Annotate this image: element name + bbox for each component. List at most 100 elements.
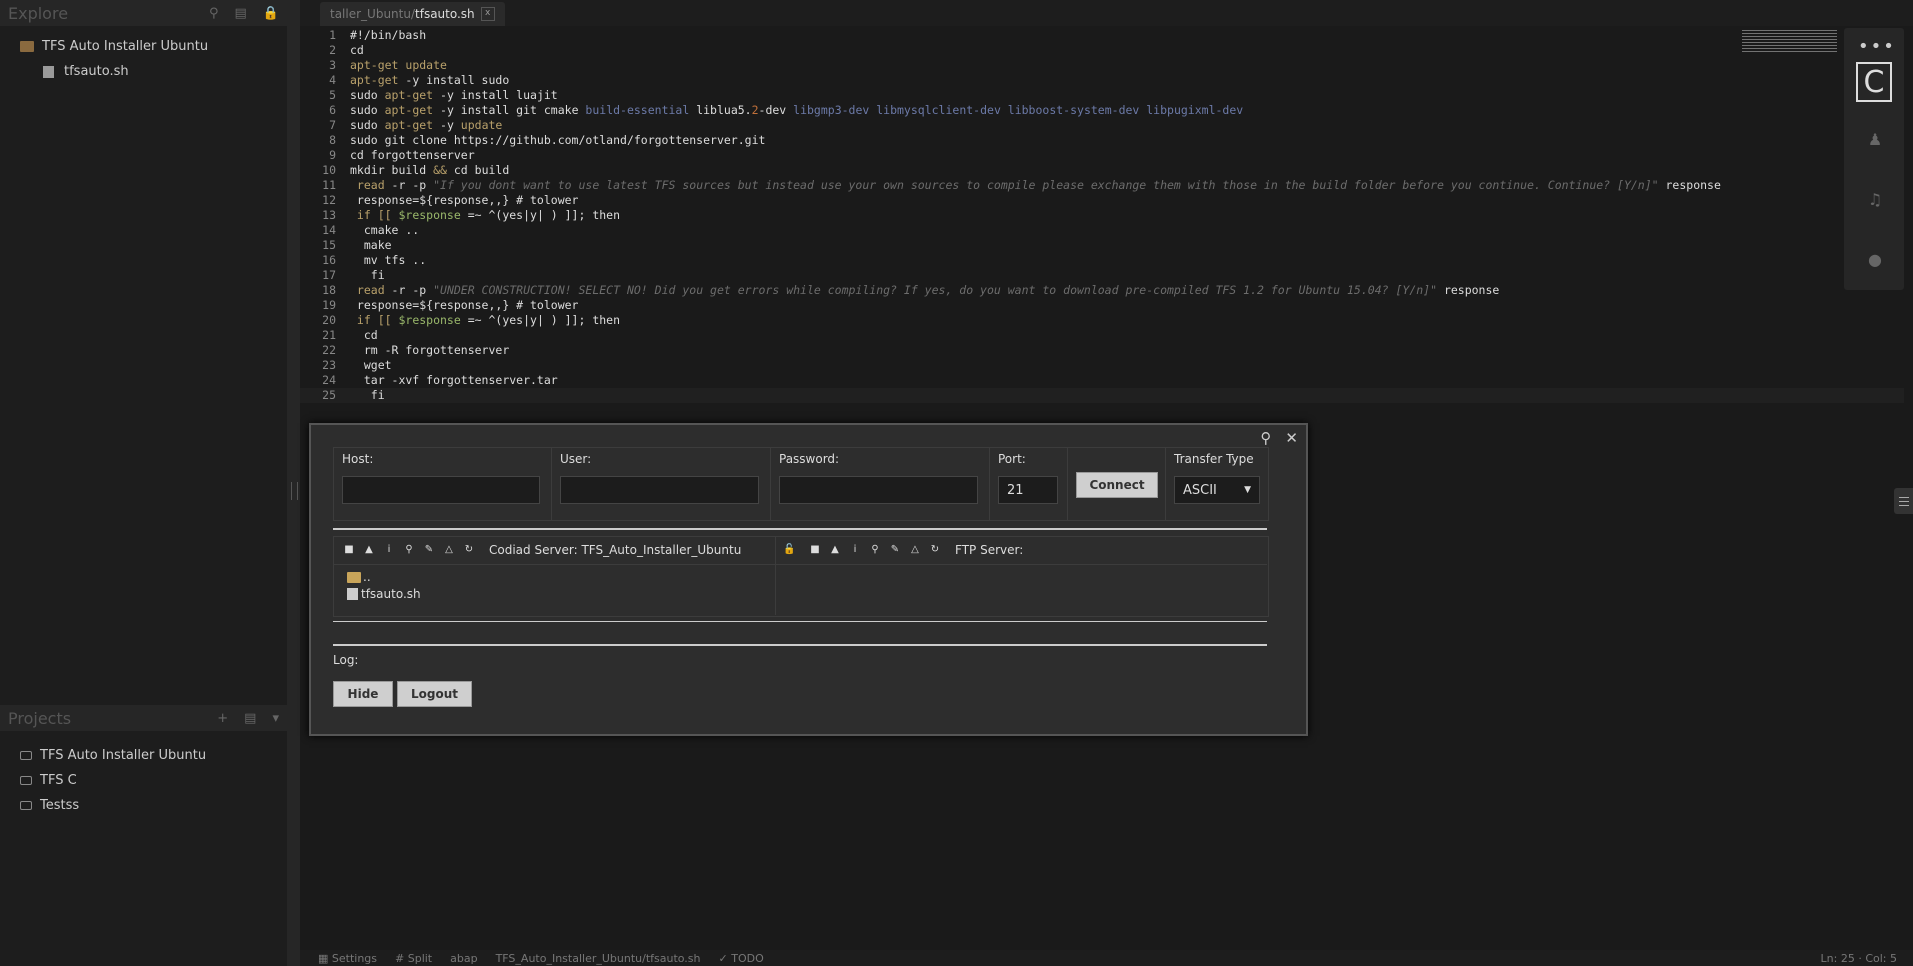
file-path: TFS_Auto_Installer_Ubuntu/tfsauto.sh: [495, 951, 701, 965]
code-token: 2: [751, 103, 759, 117]
connect-button[interactable]: Connect: [1076, 472, 1158, 498]
code-text: cd forgottenserver: [350, 148, 475, 162]
code-token: $response: [398, 313, 461, 327]
transfer-type-select[interactable]: ASCII ▼: [1174, 476, 1260, 504]
file-icon: [347, 588, 358, 600]
chat-icon[interactable]: ●: [1866, 250, 1884, 269]
port-input[interactable]: [998, 476, 1058, 504]
code-token: build-essential: [585, 103, 690, 117]
code-line-active: 25 fi: [300, 388, 1904, 403]
code-line: 1 #!/bin/bash: [300, 28, 1904, 43]
tab-tfsauto[interactable]: taller_Ubuntu/tfsauto.sh x: [320, 2, 505, 26]
ftp-server-label: FTP Server:: [955, 543, 1024, 557]
key-icon[interactable]: ⚲: [869, 544, 881, 556]
project-item[interactable]: Testss: [0, 793, 287, 818]
add-icon[interactable]: +: [217, 711, 228, 726]
file-tree: TFS Auto Installer Ubuntu tfsauto.sh: [0, 26, 287, 84]
microphone-icon[interactable]: ♫: [1866, 190, 1884, 209]
user-input[interactable]: [560, 476, 759, 504]
line-number: 16: [322, 253, 336, 267]
minimap[interactable]: [1742, 30, 1837, 54]
project-label: Testss: [40, 798, 80, 813]
hide-button[interactable]: Hide: [333, 681, 393, 707]
mode-selector[interactable]: abap: [450, 952, 477, 965]
code-token: apt-get: [384, 118, 434, 132]
project-item[interactable]: TFS Auto Installer Ubuntu: [0, 743, 287, 768]
projects-title: Projects: [8, 708, 72, 728]
parent-directory[interactable]: ..: [347, 570, 371, 584]
host-input[interactable]: [342, 476, 540, 504]
info-icon[interactable]: i: [849, 544, 861, 556]
code-line: 8 sudo git clone https://github.com/otlan…: [300, 133, 1904, 148]
code-line: 22 rm -R forgottenserver: [300, 343, 1904, 358]
code-token: libgmp3-dev libmysqlclient-dev libboost-…: [793, 103, 1244, 117]
remote-pane-header: 🔓 ■ ▲ i ⚲ ✎ △ ↻ FTP Server:: [783, 536, 1023, 564]
chevron-down-icon[interactable]: ▾: [272, 711, 279, 726]
refresh-icon[interactable]: ↻: [463, 544, 475, 556]
close-icon[interactable]: x: [480, 7, 495, 21]
line-number: 15: [322, 238, 336, 252]
divider: [333, 528, 1267, 530]
todo-button[interactable]: ✓ TODO: [719, 952, 764, 965]
trash-icon[interactable]: ▲: [363, 544, 375, 556]
unlock-icon[interactable]: 🔓: [783, 544, 795, 556]
project-icon: [20, 801, 32, 810]
new-folder-icon[interactable]: ■: [343, 544, 355, 556]
split-label: Split: [407, 951, 433, 965]
add-user-icon[interactable]: ♟: [1866, 130, 1884, 149]
tree-file[interactable]: tfsauto.sh: [0, 59, 287, 84]
edit-icon[interactable]: ✎: [889, 544, 901, 556]
box-icon[interactable]: ▤: [235, 6, 247, 21]
tree-folder[interactable]: TFS Auto Installer Ubuntu: [0, 34, 287, 59]
code-token: sudo: [350, 88, 385, 102]
cursor-position: Ln: 25 · Col: 5: [1820, 952, 1897, 965]
new-folder-icon[interactable]: ■: [809, 544, 821, 556]
explore-header: Explore ⚲ ▤ 🔒: [0, 0, 287, 26]
code-token: -y install luajit: [433, 88, 558, 102]
code-text: response=${response,,} # tolower: [350, 193, 579, 207]
code-text: make: [350, 238, 392, 252]
split-button[interactable]: # Split: [395, 952, 432, 965]
ftp-file-item[interactable]: tfsauto.sh: [347, 587, 421, 601]
upload-icon[interactable]: △: [443, 544, 455, 556]
settings-button[interactable]: ▦ Settings: [318, 952, 377, 965]
code-line: 16 mv tfs ..: [300, 253, 1904, 268]
connection-form: Host: User: Password: Port: Connect Tran…: [333, 447, 1269, 521]
sidebar-resize-handle[interactable]: [287, 0, 300, 966]
code-text: fi: [350, 388, 385, 402]
code-token: -dev: [758, 103, 794, 117]
more-icon[interactable]: •••: [1858, 36, 1896, 57]
box-icon[interactable]: ▤: [244, 711, 256, 726]
code-token: sudo: [350, 103, 385, 117]
code-line: 17 fi: [300, 268, 1904, 283]
tree-folder-label: TFS Auto Installer Ubuntu: [42, 39, 209, 54]
line-number: 25: [322, 388, 336, 402]
line-number: 22: [322, 343, 336, 357]
code-line: 14 cmake ..: [300, 223, 1904, 238]
close-icon[interactable]: ✕: [1285, 429, 1298, 447]
chevron-down-icon: ▼: [1244, 485, 1251, 495]
logout-button[interactable]: Logout: [397, 681, 472, 707]
search-icon[interactable]: ⚲: [209, 6, 219, 21]
ftp-file-label: tfsauto.sh: [361, 587, 421, 601]
info-icon[interactable]: i: [383, 544, 395, 556]
password-input[interactable]: [779, 476, 978, 504]
upload-icon[interactable]: △: [909, 544, 921, 556]
code-token: response: [1437, 283, 1500, 297]
code-token: =~ ^(yes|y| ) ]]; then: [460, 208, 621, 222]
trash-icon[interactable]: ▲: [829, 544, 841, 556]
code-text: cd: [350, 328, 378, 342]
code-line: 4 apt-get -y install sudo: [300, 73, 1904, 88]
key-icon[interactable]: ⚲: [403, 544, 415, 556]
pin-icon[interactable]: ⚲: [1260, 429, 1271, 447]
code-token: sudo: [350, 118, 385, 132]
edit-icon[interactable]: ✎: [423, 544, 435, 556]
code-text: sudo git clone https://github.com/otland…: [350, 133, 766, 147]
project-item[interactable]: TFS C: [0, 768, 287, 793]
refresh-icon[interactable]: ↻: [929, 544, 941, 556]
code-text: fi: [350, 268, 385, 282]
log-label: Log:: [333, 653, 359, 667]
right-panel-toggle[interactable]: [1894, 488, 1913, 514]
code-token: apt-get: [384, 88, 434, 102]
lock-icon[interactable]: 🔒: [263, 6, 279, 21]
